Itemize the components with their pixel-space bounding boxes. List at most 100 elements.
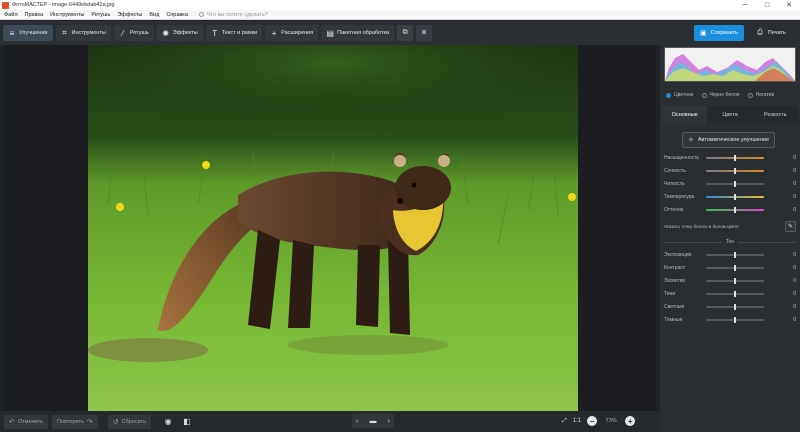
compare-icon[interactable]: ⧉ bbox=[397, 25, 414, 41]
slider-label: Тёмные bbox=[664, 317, 683, 323]
slider-value[interactable]: 0 bbox=[786, 317, 796, 323]
slider-value[interactable]: 0 bbox=[786, 194, 796, 200]
slider-thumb[interactable] bbox=[734, 194, 736, 200]
slider-thumb[interactable] bbox=[734, 181, 736, 187]
slider-thumb[interactable] bbox=[734, 317, 736, 323]
menu-help[interactable]: Справка bbox=[166, 12, 188, 18]
photo-marten[interactable] bbox=[88, 45, 578, 411]
maximize-button[interactable]: □ bbox=[756, 0, 778, 10]
tab-enhancements[interactable]: ≡ Улучшения bbox=[3, 25, 53, 41]
tab-label: Пакетная обработка bbox=[337, 30, 390, 36]
slider-value[interactable]: 0 bbox=[786, 291, 796, 297]
slider-track[interactable] bbox=[706, 207, 764, 213]
redo-label: Повторить bbox=[57, 418, 84, 425]
close-button[interactable]: ✕ bbox=[778, 0, 800, 10]
zoom-in-icon[interactable]: + bbox=[625, 416, 636, 426]
radio-bw[interactable] bbox=[701, 92, 707, 98]
slider-label: Температура bbox=[664, 194, 695, 200]
slider-shadows: Тени 0 bbox=[664, 290, 796, 298]
before-after-icon[interactable]: ◧ bbox=[180, 415, 194, 429]
menu-view[interactable]: Вид bbox=[149, 12, 159, 18]
slider-thumb[interactable] bbox=[734, 168, 736, 174]
eyedropper-icon[interactable]: ✎ bbox=[785, 220, 796, 232]
fit-screen-icon[interactable]: ⤢ bbox=[562, 418, 567, 425]
mode-bw-label[interactable]: Черно-белое bbox=[710, 92, 740, 98]
mode-negative-label[interactable]: Негатив bbox=[756, 92, 775, 98]
menu-effects[interactable]: Эффекты bbox=[117, 12, 142, 18]
tab-sharpness[interactable]: Резкость bbox=[752, 106, 798, 124]
slider-track[interactable] bbox=[706, 278, 764, 284]
save-button[interactable]: ▣ Сохранить bbox=[694, 25, 744, 41]
menu-retouch[interactable]: Ретушь bbox=[91, 12, 110, 18]
slider-track[interactable] bbox=[706, 155, 764, 161]
slider-value[interactable]: 0 bbox=[786, 207, 796, 213]
eye-icon[interactable]: ◉ bbox=[161, 415, 175, 429]
split-view-icon[interactable]: ⧈ bbox=[416, 25, 433, 41]
magic-wand-icon: ✧ bbox=[687, 137, 694, 144]
menu-tools[interactable]: Инструменты bbox=[50, 12, 84, 18]
tab-text-frames[interactable]: T Текст и рамки bbox=[205, 25, 263, 41]
slider-value[interactable]: 0 bbox=[786, 168, 796, 174]
slider-track[interactable] bbox=[706, 194, 764, 200]
divider bbox=[738, 241, 796, 243]
folder-icon[interactable]: ▬ bbox=[370, 418, 377, 425]
white-point-row: Указать точку белого в белом цвете ✎ bbox=[664, 220, 796, 232]
next-image-button[interactable]: › bbox=[388, 418, 390, 425]
slider-value[interactable]: 0 bbox=[786, 181, 796, 187]
slider-clarity: Четкость 0 bbox=[664, 180, 796, 188]
reset-button[interactable]: ↺ Сбросить bbox=[107, 414, 152, 429]
zoom-value[interactable]: 73% bbox=[597, 418, 625, 424]
menu-file[interactable]: Файл bbox=[4, 12, 18, 18]
slider-thumb[interactable] bbox=[734, 278, 736, 284]
slider-temperature: Температура 0 bbox=[664, 193, 796, 201]
slider-value[interactable]: 0 bbox=[786, 265, 796, 271]
slider-value[interactable]: 0 bbox=[786, 155, 796, 161]
tab-effects[interactable]: ✺ Эффекты bbox=[156, 25, 203, 41]
radio-color[interactable] bbox=[666, 92, 671, 98]
menu-edit[interactable]: Правка bbox=[25, 12, 44, 18]
slider-track[interactable] bbox=[706, 252, 764, 258]
slider-value[interactable]: 0 bbox=[786, 252, 796, 258]
slider-track[interactable] bbox=[706, 304, 764, 310]
slider-track[interactable] bbox=[706, 181, 764, 187]
reset-label: Сбросить bbox=[121, 418, 147, 425]
slider-track[interactable] bbox=[706, 168, 764, 174]
auto-enhance-button[interactable]: ✧ Автоматическое улучшение bbox=[682, 132, 775, 148]
color-mode-selector: Цветное Черно-белое Негатив bbox=[666, 92, 782, 98]
slider-thumb[interactable] bbox=[734, 207, 736, 213]
tab-extensions[interactable]: + Расширения bbox=[265, 25, 319, 41]
tab-tools[interactable]: ⌗ Инструменты bbox=[55, 25, 111, 41]
slider-thumb[interactable] bbox=[734, 252, 736, 258]
reset-icon: ↺ bbox=[112, 418, 119, 426]
undo-button[interactable]: ↶ Отменить bbox=[4, 414, 49, 429]
slider-thumb[interactable] bbox=[734, 304, 736, 310]
window-controls: ─ □ ✕ bbox=[734, 0, 800, 10]
floppy-icon: ▣ bbox=[700, 30, 707, 37]
actual-size-button[interactable]: 1:1 bbox=[573, 418, 581, 424]
slider-thumb[interactable] bbox=[734, 155, 736, 161]
slider-track[interactable] bbox=[706, 317, 764, 323]
slider-track[interactable] bbox=[706, 291, 764, 297]
slider-highlights: Засветки 0 bbox=[664, 277, 796, 285]
tab-retouch[interactable]: ⁄ Ретушь bbox=[113, 25, 154, 41]
zoom-out-icon[interactable]: − bbox=[587, 416, 598, 426]
slider-label: Сочность bbox=[664, 168, 686, 174]
minimize-button[interactable]: ─ bbox=[734, 0, 756, 10]
slider-thumb[interactable] bbox=[734, 265, 736, 271]
mode-color-label[interactable]: Цветное bbox=[674, 92, 694, 98]
print-label: Печать bbox=[767, 30, 786, 36]
slider-value[interactable]: 0 bbox=[786, 304, 796, 310]
tab-batch[interactable]: ▤ Пакетная обработка bbox=[321, 25, 395, 41]
tab-colors[interactable]: Цвета bbox=[707, 106, 753, 124]
tab-basic[interactable]: Основные bbox=[662, 106, 708, 124]
slider-value[interactable]: 0 bbox=[786, 278, 796, 284]
command-search[interactable]: Что вы хотите сделать? bbox=[198, 12, 268, 18]
undo-icon: ↶ bbox=[9, 418, 15, 426]
slider-track[interactable] bbox=[706, 265, 764, 271]
redo-button[interactable]: Повторить ↷ bbox=[52, 414, 98, 429]
radio-negative[interactable] bbox=[747, 92, 753, 98]
slider-thumb[interactable] bbox=[734, 291, 736, 297]
editor-canvas[interactable] bbox=[4, 45, 656, 411]
print-button[interactable]: ⎙ Печать bbox=[749, 25, 794, 41]
prev-image-button[interactable]: ‹ bbox=[356, 418, 358, 425]
